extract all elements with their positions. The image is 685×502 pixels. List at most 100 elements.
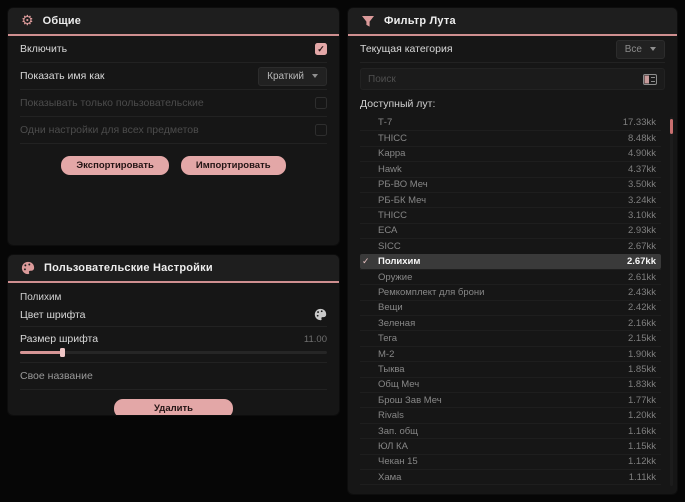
font-size-slider[interactable] xyxy=(20,348,327,357)
loot-filter-panel: Фильтр Лута Текущая категория Все Доступ… xyxy=(348,8,677,494)
loot-row[interactable]: Зап. общ 1.16kk xyxy=(360,422,661,438)
loot-item-name: Т-7 xyxy=(378,117,393,129)
loot-row[interactable]: ЕСА 2.93kk xyxy=(360,222,661,238)
loot-row[interactable]: ✓ Полихим 2.67kk xyxy=(360,253,661,269)
delete-button[interactable]: Удалить xyxy=(114,399,233,415)
loot-list-scrollbar[interactable] xyxy=(670,117,673,486)
loot-item-name: THICC xyxy=(378,210,408,222)
show-name-dropdown[interactable]: Краткий xyxy=(258,66,327,86)
chevron-down-icon xyxy=(650,47,656,51)
loot-list-scroll-thumb[interactable] xyxy=(670,119,673,134)
loot-row[interactable]: Брош Зав Меч 1.77kk xyxy=(360,392,661,407)
loot-row[interactable]: Тыква 1.85kk xyxy=(360,361,661,376)
font-size-value: 11.00 xyxy=(303,333,327,345)
loot-item-name: Rivals xyxy=(378,410,404,422)
loot-item-value: 1.16kk xyxy=(628,425,656,437)
enable-row: Включить xyxy=(20,36,327,63)
color-picker-icon[interactable] xyxy=(314,308,327,321)
import-button[interactable]: Импортировать xyxy=(180,156,286,175)
enable-checkbox[interactable] xyxy=(315,43,327,55)
loot-row[interactable]: М-2 1.90kk xyxy=(360,345,661,361)
check-icon: ✓ xyxy=(362,256,370,267)
loot-item-value: 3.50kk xyxy=(628,179,656,191)
loot-item-value: 1.15kk xyxy=(628,440,656,452)
font-size-slider-fill xyxy=(20,351,63,354)
loot-row[interactable]: РБ-ПКПМ Меч1.10kk xyxy=(360,484,661,488)
loot-item-value: 3.24kk xyxy=(628,194,656,206)
loot-item-value: 1.77kk xyxy=(628,394,656,406)
loot-row[interactable]: Ремкомплект для брони 2.43kk xyxy=(360,284,661,299)
font-size-label: Размер шрифта xyxy=(20,333,99,345)
loot-item-name: Тега xyxy=(378,333,398,345)
loot-filter-panel-title: Фильтр Лута xyxy=(384,15,456,27)
loot-list: Т-7 17.33kk THICC 8.48kk Kappa 4.90kk Hawk 4.37… xyxy=(360,115,673,488)
available-loot-label: Доступный лут: xyxy=(360,98,436,110)
show-name-dropdown-value: Краткий xyxy=(267,70,304,82)
loot-row[interactable]: Общ Меч 1.83kk xyxy=(360,376,661,392)
loot-item-name: Оружие xyxy=(378,271,413,283)
loot-item-value: 2.67kk xyxy=(628,240,656,252)
loot-row[interactable]: Kappa 4.90kk xyxy=(360,145,661,161)
loot-row[interactable]: ЮЛ КА 1.15kk xyxy=(360,438,661,453)
show-name-label: Показать имя как xyxy=(20,70,105,82)
loot-item-value: 2.43kk xyxy=(628,286,656,298)
same-settings-checkbox[interactable] xyxy=(315,124,327,136)
loot-item-value: 17.33kk xyxy=(622,117,656,129)
only-custom-row: Показывать только пользовательские xyxy=(20,90,327,117)
loot-item-value: 4.37kk xyxy=(628,163,656,175)
search-bar xyxy=(360,68,665,90)
loot-row[interactable]: Hawk 4.37kk xyxy=(360,161,661,176)
loot-item-value: 2.16kk xyxy=(628,317,656,329)
loot-row[interactable]: Вещи 2.42kk xyxy=(360,299,661,315)
loot-row[interactable]: Rivals 1.20kk xyxy=(360,407,661,422)
loot-item-name: РБ-ВО Меч xyxy=(378,179,428,191)
loot-item-name: Общ Меч xyxy=(378,379,420,391)
gear-icon: ⚙ xyxy=(21,13,34,29)
loot-item-value: 1.83kk xyxy=(628,379,656,391)
loot-item-name: РБ-ПКПМ Меч xyxy=(378,487,628,488)
loot-row[interactable]: THICC 8.48kk xyxy=(360,130,661,145)
font-size-slider-handle[interactable] xyxy=(59,348,65,357)
loot-item-name: Hawk xyxy=(378,163,402,175)
chevron-down-icon xyxy=(312,74,318,78)
loot-row[interactable]: Чекан 15 1.12kk xyxy=(360,453,661,469)
custom-name-input[interactable] xyxy=(20,363,327,389)
loot-item-name: SICC xyxy=(378,240,401,252)
loot-item-value: 4.90kk xyxy=(628,148,656,160)
selected-item-label: Полихим xyxy=(20,292,62,303)
same-settings-label: Одни настройки для всех предметов xyxy=(20,124,199,136)
category-dropdown[interactable]: Все xyxy=(615,39,665,59)
view-settings-icon[interactable] xyxy=(643,73,657,85)
loot-row[interactable]: Оружие 2.61kk xyxy=(360,268,661,284)
user-settings-panel-title: Пользовательские Настройки xyxy=(44,262,213,274)
custom-name-row xyxy=(20,363,327,390)
loot-item-value: 2.61kk xyxy=(628,271,656,283)
loot-row[interactable]: РБ-БК Меч 3.24kk xyxy=(360,191,661,207)
search-input[interactable] xyxy=(368,69,637,89)
category-dropdown-value: Все xyxy=(624,43,642,55)
loot-item-value: 1.85kk xyxy=(628,363,656,375)
loot-row[interactable]: Тега 2.15kk xyxy=(360,330,661,345)
loot-row[interactable]: Хама 1.11kk xyxy=(360,468,661,484)
general-panel: ⚙ Общие Включить Показать имя как Кратки… xyxy=(8,8,339,245)
loot-row[interactable]: THICC 3.10kk xyxy=(360,207,661,222)
funnel-icon xyxy=(361,15,375,28)
loot-item-value: 2.67kk xyxy=(626,256,656,268)
loot-item-name: РБ-БК Меч xyxy=(378,194,427,206)
loot-item-name: Брош Зав Меч xyxy=(378,394,442,406)
loot-row[interactable]: Зеленая 2.16kk xyxy=(360,315,661,330)
show-name-row: Показать имя как Краткий xyxy=(20,63,327,90)
loot-item-name: М-2 xyxy=(378,348,395,360)
loot-item-value: 1.11kk xyxy=(628,471,656,483)
only-custom-checkbox[interactable] xyxy=(315,97,327,109)
loot-item-value: 2.93kk xyxy=(628,225,656,237)
export-import-row: Экспортировать Импортировать xyxy=(8,144,339,175)
loot-row[interactable]: РБ-ВО Меч 3.50kk xyxy=(360,176,661,192)
loot-item-value: 1.12kk xyxy=(628,456,656,468)
loot-item-name: Хама xyxy=(378,471,402,483)
export-button[interactable]: Экспортировать xyxy=(61,156,169,175)
loot-item-value: 1.90kk xyxy=(628,348,656,360)
loot-row[interactable]: Т-7 17.33kk xyxy=(360,115,661,130)
loot-item-name: Зап. общ xyxy=(378,425,418,437)
loot-row[interactable]: SICC 2.67kk xyxy=(360,238,661,253)
